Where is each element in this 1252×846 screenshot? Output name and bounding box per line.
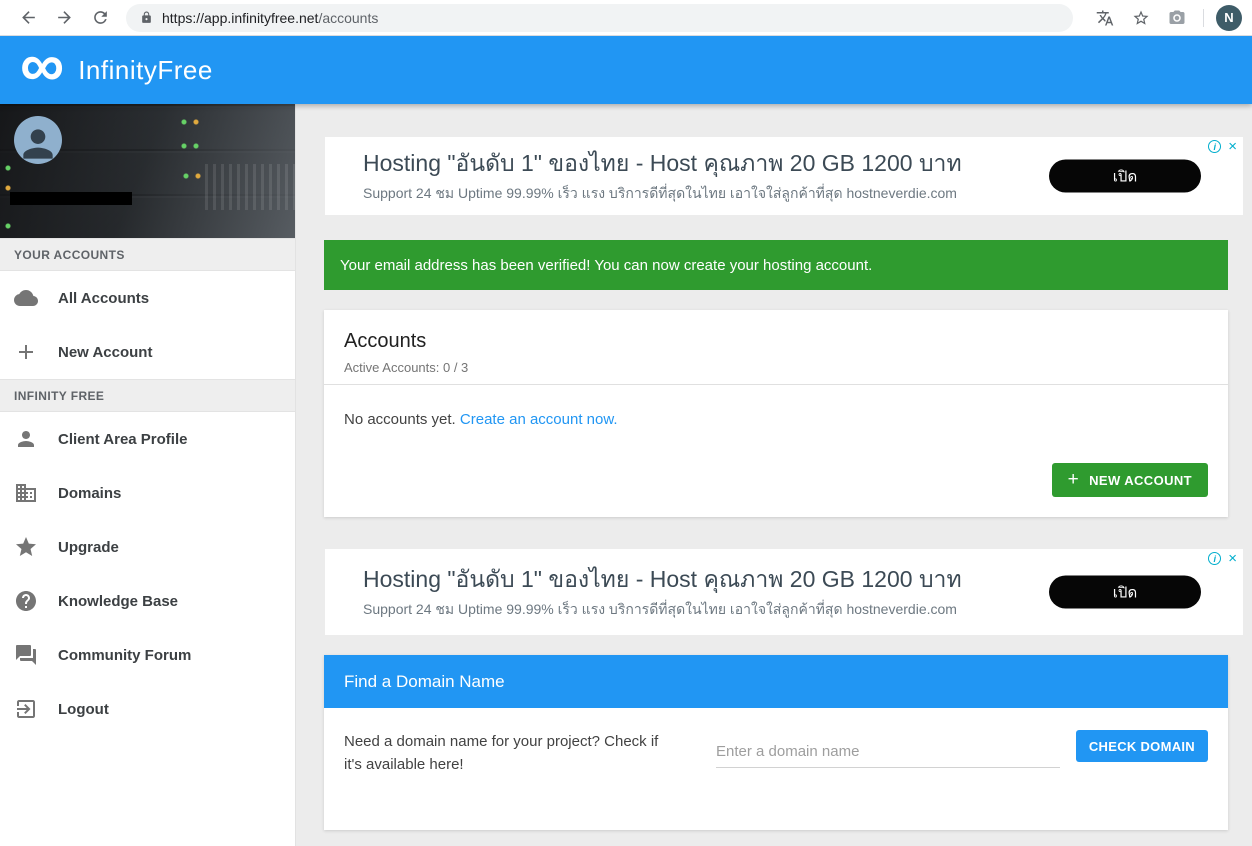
find-domain-body: Need a domain name for your project? Che… — [324, 708, 1228, 830]
url-host: https://app.infinityfree.net — [162, 10, 318, 26]
refresh-icon[interactable] — [87, 5, 113, 31]
sidebar-item-label: Community Forum — [58, 647, 191, 664]
user-avatar — [14, 116, 62, 164]
address-bar[interactable]: https://app.infinityfree.net/accounts — [126, 4, 1073, 32]
adchoices-close-icon[interactable]: × — [1228, 552, 1237, 565]
help-icon — [14, 589, 38, 613]
browser-toolbar: https://app.infinityfree.net/accounts N — [0, 0, 1252, 36]
sidebar-item-logout[interactable]: Logout — [0, 682, 295, 736]
sidebar-item-label: Domains — [58, 485, 121, 502]
sidebar-item-label: Logout — [58, 701, 109, 718]
sidebar-item-domains[interactable]: Domains — [0, 466, 295, 520]
sidebar-item-label: Upgrade — [58, 539, 119, 556]
ad-open-button[interactable]: เปิด — [1049, 576, 1201, 609]
person-icon — [14, 427, 38, 451]
accounts-card-header: Accounts Active Accounts: 0 / 3 — [324, 310, 1228, 385]
new-account-button[interactable]: + NEW ACCOUNT — [1052, 463, 1208, 497]
camera-icon[interactable] — [1166, 7, 1188, 29]
ad-banner: Hosting "อันดับ 1" ของไทย - Host คุณภาพ … — [324, 136, 1244, 216]
main-content: Hosting "อันดับ 1" ของไทย - Host คุณภาพ … — [296, 104, 1252, 846]
adchoices-info-icon[interactable]: i — [1208, 552, 1221, 565]
url-path: /accounts — [318, 10, 378, 26]
adchoices-close-icon[interactable]: × — [1228, 140, 1237, 153]
ad-subtitle: Support 24 ชม Uptime 99.99% เร็ว แรง บริ… — [363, 183, 962, 205]
ad-title-link[interactable]: Hosting "อันดับ 1" ของไทย - Host คุณภาพ … — [363, 564, 962, 594]
lock-icon — [140, 11, 153, 24]
toolbar-divider — [1203, 9, 1204, 27]
sidebar-item-upgrade[interactable]: Upgrade — [0, 520, 295, 574]
cloud-icon — [14, 286, 38, 310]
star-icon — [14, 535, 38, 559]
forum-icon — [14, 643, 38, 667]
adchoices-controls: i × — [1208, 140, 1237, 153]
sidebar-item-label: Client Area Profile — [58, 431, 187, 448]
active-accounts-count: Active Accounts: 0 / 3 — [344, 360, 1208, 375]
sidebar: YOUR ACCOUNTS All Accounts New Account I… — [0, 104, 296, 846]
browser-profile-avatar[interactable]: N — [1216, 5, 1242, 31]
accounts-title: Accounts — [344, 330, 1208, 353]
email-verified-banner: Your email address has been verified! Yo… — [324, 240, 1228, 290]
sidebar-item-knowledge-base[interactable]: Knowledge Base — [0, 574, 295, 628]
sidebar-section-your-accounts: YOUR ACCOUNTS — [0, 238, 295, 271]
ad-subtitle: Support 24 ชม Uptime 99.99% เร็ว แรง บริ… — [363, 599, 962, 621]
ad-open-button[interactable]: เปิด — [1049, 160, 1201, 193]
adchoices-info-icon[interactable]: i — [1208, 140, 1221, 153]
translate-icon[interactable] — [1094, 7, 1116, 29]
check-domain-button[interactable]: CHECK DOMAIN — [1076, 730, 1208, 762]
domain-name-input[interactable] — [716, 736, 1060, 768]
ad-title-link[interactable]: Hosting "อันดับ 1" ของไทย - Host คุณภาพ … — [363, 148, 962, 178]
adchoices-controls: i × — [1208, 552, 1237, 565]
app-header: ∞ InfinityFree — [0, 36, 1252, 104]
username-redacted-bar — [10, 192, 132, 205]
accounts-empty-state: No accounts yet. Create an account now. — [324, 385, 1228, 428]
new-account-button-label: NEW ACCOUNT — [1089, 473, 1192, 488]
find-domain-description: Need a domain name for your project? Che… — [344, 730, 674, 776]
bookmark-star-icon[interactable] — [1130, 7, 1152, 29]
create-account-link[interactable]: Create an account now. — [460, 411, 618, 428]
back-icon[interactable] — [15, 5, 41, 31]
sidebar-item-all-accounts[interactable]: All Accounts — [0, 271, 295, 325]
sidebar-item-client-area-profile[interactable]: Client Area Profile — [0, 412, 295, 466]
sidebar-item-label: New Account — [58, 344, 152, 361]
logout-icon — [14, 697, 38, 721]
domain-icon — [14, 481, 38, 505]
sidebar-item-label: Knowledge Base — [58, 593, 178, 610]
sidebar-item-new-account[interactable]: New Account — [0, 325, 295, 379]
no-accounts-text: No accounts yet. — [344, 411, 456, 428]
sidebar-section-infinity-free: INFINITY FREE — [0, 379, 295, 412]
infinity-logo-icon[interactable]: ∞ — [20, 46, 62, 86]
plus-icon — [14, 340, 38, 364]
forward-icon[interactable] — [51, 5, 77, 31]
brand-title[interactable]: InfinityFree — [78, 55, 213, 86]
find-domain-header: Find a Domain Name — [324, 655, 1228, 708]
find-domain-card: Find a Domain Name Need a domain name fo… — [324, 655, 1228, 830]
sidebar-item-community-forum[interactable]: Community Forum — [0, 628, 295, 682]
plus-icon: + — [1068, 469, 1080, 491]
profile-banner — [0, 104, 295, 238]
ad-banner: Hosting "อันดับ 1" ของไทย - Host คุณภาพ … — [324, 548, 1244, 636]
server-vent-decoration — [205, 164, 295, 210]
sidebar-item-label: All Accounts — [58, 290, 149, 307]
accounts-card: Accounts Active Accounts: 0 / 3 No accou… — [324, 310, 1228, 517]
